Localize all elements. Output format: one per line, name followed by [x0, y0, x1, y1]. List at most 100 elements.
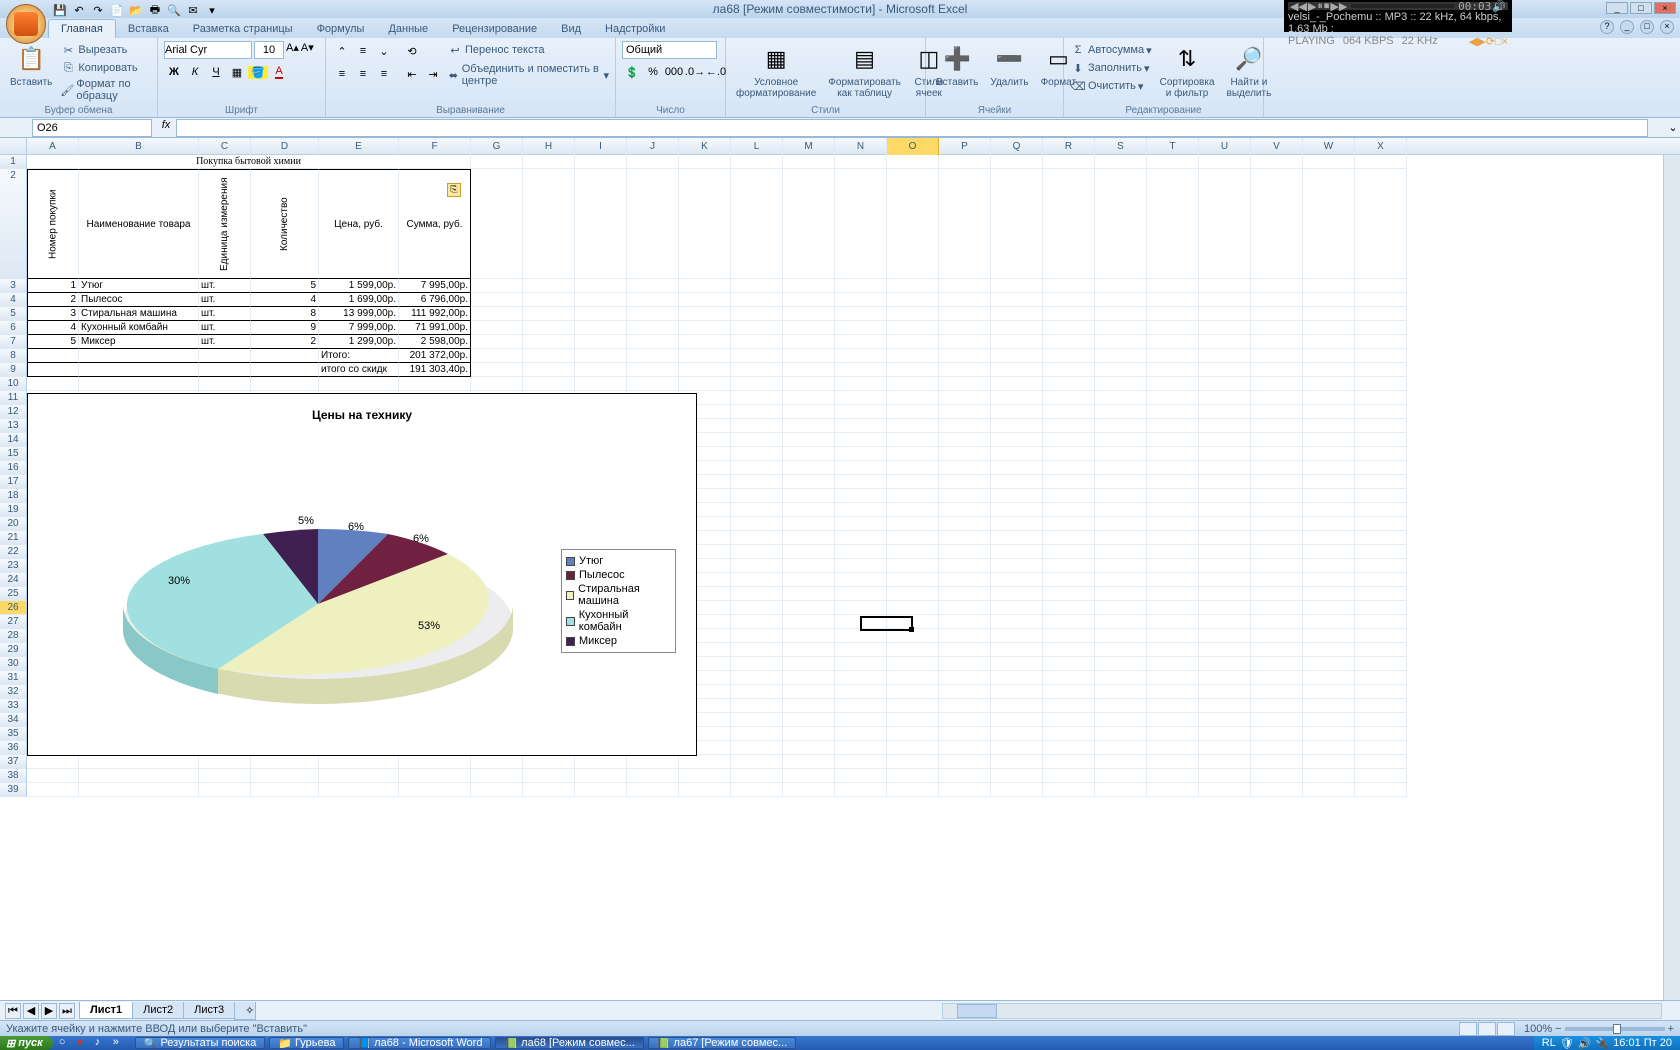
format-as-table-button[interactable]: ▤Форматировать как таблицу	[824, 41, 905, 101]
cell-W31[interactable]	[1303, 671, 1355, 685]
cell-Q21[interactable]	[991, 531, 1043, 545]
cell-V29[interactable]	[1251, 643, 1303, 657]
cell-Q26[interactable]	[991, 601, 1043, 615]
cell-B8[interactable]	[79, 349, 199, 363]
paste-button[interactable]: 📋 Вставить	[6, 41, 56, 90]
expand-formula-icon[interactable]: ⌄	[1666, 121, 1680, 134]
cell-F7[interactable]: 2 598,00р.	[399, 335, 471, 349]
row-header[interactable]: 39	[0, 783, 27, 797]
cell-V31[interactable]	[1251, 671, 1303, 685]
cell-P1[interactable]	[939, 155, 991, 169]
row-header[interactable]: 11	[0, 391, 27, 405]
cell-O21[interactable]	[887, 531, 939, 545]
cell-N39[interactable]	[835, 783, 887, 797]
cell-M23[interactable]	[783, 559, 835, 573]
cell-G4[interactable]	[471, 293, 523, 307]
col-header-B[interactable]: B	[79, 138, 199, 155]
cell-S35[interactable]	[1095, 727, 1147, 741]
cell-R26[interactable]	[1043, 601, 1095, 615]
row-header[interactable]: 8	[0, 349, 27, 363]
cell-S19[interactable]	[1095, 503, 1147, 517]
cell-S26[interactable]	[1095, 601, 1147, 615]
cell-C8[interactable]	[199, 349, 251, 363]
fill-color-button[interactable]: 🪣	[248, 62, 268, 82]
cell-X5[interactable]	[1355, 307, 1407, 321]
cell-O17[interactable]	[887, 475, 939, 489]
row-header[interactable]: 21	[0, 531, 27, 545]
cell-U5[interactable]	[1199, 307, 1251, 321]
office-button[interactable]	[6, 4, 46, 44]
cell-L9[interactable]	[731, 363, 783, 377]
row-header[interactable]: 1	[0, 155, 27, 169]
cell-U25[interactable]	[1199, 587, 1251, 601]
cell-G37[interactable]	[471, 755, 523, 769]
cell-T32[interactable]	[1147, 685, 1199, 699]
cell-N14[interactable]	[835, 433, 887, 447]
cell-U10[interactable]	[1199, 377, 1251, 391]
cell-X37[interactable]	[1355, 755, 1407, 769]
row-header[interactable]: 25	[0, 587, 27, 601]
cell-Q38[interactable]	[991, 769, 1043, 783]
cell-U23[interactable]	[1199, 559, 1251, 573]
row-header[interactable]: 24	[0, 573, 27, 587]
help-button[interactable]: ?	[1600, 20, 1614, 34]
cell-L38[interactable]	[731, 769, 783, 783]
cell-L28[interactable]	[731, 629, 783, 643]
cell-Q31[interactable]	[991, 671, 1043, 685]
cell-O30[interactable]	[887, 657, 939, 671]
cell-W8[interactable]	[1303, 349, 1355, 363]
cell-V28[interactable]	[1251, 629, 1303, 643]
cell-N22[interactable]	[835, 545, 887, 559]
cell-W35[interactable]	[1303, 727, 1355, 741]
cell-O39[interactable]	[887, 783, 939, 797]
col-header-X[interactable]: X	[1355, 138, 1407, 155]
bold-button[interactable]: Ж	[164, 62, 184, 82]
cell-L10[interactable]	[731, 377, 783, 391]
cell-W22[interactable]	[1303, 545, 1355, 559]
cell-H38[interactable]	[523, 769, 575, 783]
cell-R13[interactable]	[1043, 419, 1095, 433]
cell-G38[interactable]	[471, 769, 523, 783]
row-header[interactable]: 3	[0, 279, 27, 293]
cut-button[interactable]: ✂Вырезать	[60, 41, 151, 59]
row-header[interactable]: 17	[0, 475, 27, 489]
cell-K37[interactable]	[679, 755, 731, 769]
cell-P23[interactable]	[939, 559, 991, 573]
cell-R16[interactable]	[1043, 461, 1095, 475]
cell-M31[interactable]	[783, 671, 835, 685]
cell-E3[interactable]: 1 599,00р.	[319, 279, 399, 293]
cell-L31[interactable]	[731, 671, 783, 685]
cell-N15[interactable]	[835, 447, 887, 461]
cell-P4[interactable]	[939, 293, 991, 307]
cell-L27[interactable]	[731, 615, 783, 629]
cell-X30[interactable]	[1355, 657, 1407, 671]
cell-Q32[interactable]	[991, 685, 1043, 699]
cell-J5[interactable]	[627, 307, 679, 321]
cell-I2[interactable]	[575, 169, 627, 279]
cell-E2[interactable]: Цена, руб.	[319, 169, 399, 279]
wrap-text-button[interactable]: ↩Перенос текста	[447, 41, 609, 59]
cell-N29[interactable]	[835, 643, 887, 657]
cell-P21[interactable]	[939, 531, 991, 545]
cell-W17[interactable]	[1303, 475, 1355, 489]
cell-N33[interactable]	[835, 699, 887, 713]
cell-Q10[interactable]	[991, 377, 1043, 391]
cell-W10[interactable]	[1303, 377, 1355, 391]
cell-G3[interactable]	[471, 279, 523, 293]
cell-M21[interactable]	[783, 531, 835, 545]
cell-T31[interactable]	[1147, 671, 1199, 685]
cell-R14[interactable]	[1043, 433, 1095, 447]
cell-U36[interactable]	[1199, 741, 1251, 755]
cell-P2[interactable]	[939, 169, 991, 279]
cell-I6[interactable]	[575, 321, 627, 335]
cell-M1[interactable]	[783, 155, 835, 169]
row-header[interactable]: 38	[0, 769, 27, 783]
cell-S8[interactable]	[1095, 349, 1147, 363]
cell-W27[interactable]	[1303, 615, 1355, 629]
cell-M22[interactable]	[783, 545, 835, 559]
cell-T20[interactable]	[1147, 517, 1199, 531]
cell-C37[interactable]	[199, 755, 251, 769]
cell-F8[interactable]: 201 372,00р.	[399, 349, 471, 363]
cell-U35[interactable]	[1199, 727, 1251, 741]
col-header-A[interactable]: A	[27, 138, 79, 155]
